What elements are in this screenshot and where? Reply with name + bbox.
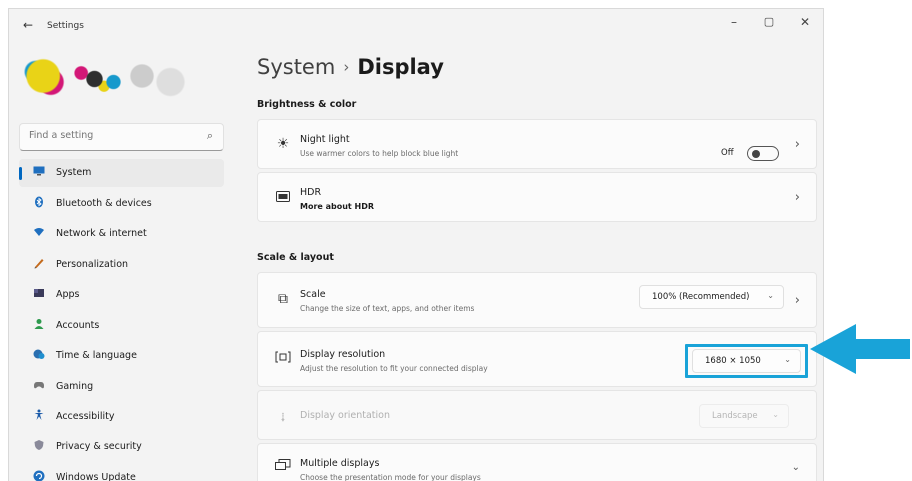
sidebar-item-personalization[interactable]: Personalization	[19, 251, 224, 279]
multiple-displays-icon	[274, 459, 292, 476]
sidebar-item-label: System	[56, 167, 92, 178]
update-icon	[33, 470, 45, 481]
sidebar-item-label: Network & internet	[56, 228, 147, 239]
sidebar-item-label: Time & language	[56, 350, 137, 361]
pen-icon	[33, 257, 45, 269]
sidebar-item-privacy[interactable]: Privacy & security	[19, 433, 224, 461]
scale-dropdown[interactable]: 100% (Recommended) ⌄	[639, 285, 784, 309]
sidebar-item-label: Windows Update	[56, 472, 136, 481]
night-light-description: Use warmer colors to help block blue lig…	[300, 149, 459, 158]
title-bar: ← Settings – ▢ ✕	[9, 9, 823, 43]
scale-value: 100% (Recommended)	[652, 292, 750, 302]
sidebar-item-label: Bluetooth & devices	[56, 198, 152, 209]
breadcrumb: System › Display	[257, 55, 444, 79]
monitor-icon	[33, 165, 45, 177]
user-avatar-banner[interactable]	[9, 49, 199, 109]
sidebar-item-network[interactable]: Network & internet	[19, 220, 224, 248]
sidebar-item-label: Gaming	[56, 381, 94, 392]
wifi-icon	[33, 226, 45, 238]
window-title: Settings	[47, 21, 84, 31]
sidebar-item-label: Apps	[56, 289, 80, 300]
display-resolution-description: Adjust the resolution to fit your connec…	[300, 364, 488, 373]
section-title-scale-layout: Scale & layout	[257, 252, 334, 263]
chevron-right-icon[interactable]: ›	[795, 190, 800, 205]
toggle-knob	[752, 150, 760, 158]
search-box[interactable]: ⌕	[19, 123, 224, 151]
sidebar-item-gaming[interactable]: Gaming	[19, 373, 224, 401]
shield-icon	[33, 439, 45, 451]
sidebar-item-apps[interactable]: Apps	[19, 281, 224, 309]
hdr-card[interactable]: HDR More about HDR ›	[257, 172, 817, 222]
highlight-box	[685, 344, 808, 378]
person-icon	[33, 318, 45, 330]
sidebar-item-windows-update[interactable]: Windows Update	[19, 464, 224, 481]
globe-clock-icon	[33, 348, 45, 360]
sidebar-item-label: Accounts	[56, 320, 100, 331]
chevron-right-icon[interactable]: ›	[795, 137, 800, 152]
gamepad-icon	[33, 379, 45, 391]
sidebar-item-time-language[interactable]: Time & language	[19, 342, 224, 370]
multiple-displays-description: Choose the presentation mode for your di…	[300, 473, 481, 481]
hdr-link[interactable]: More about HDR	[300, 202, 374, 211]
minimize-button[interactable]: –	[724, 15, 744, 29]
breadcrumb-parent[interactable]: System	[257, 55, 335, 79]
annotation-arrow-icon	[810, 324, 910, 374]
sidebar-item-label: Accessibility	[56, 411, 115, 422]
display-orientation-title: Display orientation	[300, 410, 391, 421]
display-resolution-title: Display resolution	[300, 349, 386, 360]
multiple-displays-card[interactable]: Multiple displays Choose the presentatio…	[257, 443, 817, 481]
sidebar-item-accessibility[interactable]: Accessibility	[19, 403, 224, 431]
apps-icon	[33, 287, 45, 299]
chevron-down-icon: ⌄	[767, 291, 774, 300]
night-light-state: Off	[721, 148, 734, 158]
scale-icon: ⧉	[278, 291, 288, 307]
orientation-icon: ⭭	[280, 410, 286, 426]
sidebar-item-system[interactable]: System	[19, 159, 224, 187]
sidebar-item-accounts[interactable]: Accounts	[19, 312, 224, 340]
search-input[interactable]	[29, 130, 189, 141]
sidebar-item-label: Privacy & security	[56, 441, 142, 452]
breadcrumb-separator-icon: ›	[343, 58, 350, 76]
multiple-displays-title: Multiple displays	[300, 458, 380, 469]
hdr-title: HDR	[300, 187, 322, 198]
display-orientation-value: Landscape	[712, 411, 758, 421]
close-button[interactable]: ✕	[795, 15, 815, 29]
hdr-icon	[274, 190, 292, 206]
selection-indicator	[19, 167, 22, 180]
search-icon[interactable]: ⌕	[207, 129, 213, 143]
night-light-toggle[interactable]	[747, 146, 779, 161]
accessibility-icon	[33, 409, 45, 421]
scale-title: Scale	[300, 289, 326, 300]
page-title: Display	[357, 55, 444, 79]
night-light-card[interactable]: ☀ Night light Use warmer colors to help …	[257, 119, 817, 169]
scale-description: Change the size of text, apps, and other…	[300, 304, 475, 313]
night-light-title: Night light	[300, 134, 350, 145]
settings-window: ← Settings – ▢ ✕ ⌕ System Bluetooth & de…	[8, 8, 824, 481]
sidebar-item-label: Personalization	[56, 259, 129, 270]
maximize-button[interactable]: ▢	[759, 15, 779, 28]
sidebar-item-bluetooth[interactable]: Bluetooth & devices	[19, 190, 224, 218]
back-button[interactable]: ←	[23, 18, 33, 32]
display-orientation-dropdown: Landscape ⌄	[699, 404, 789, 428]
resolution-icon	[274, 351, 292, 367]
chevron-down-icon[interactable]: ⌄	[792, 462, 800, 473]
bluetooth-icon	[33, 196, 45, 208]
chevron-down-icon: ⌄	[772, 410, 779, 419]
chevron-right-icon[interactable]: ›	[795, 293, 800, 308]
sun-icon: ☀	[276, 136, 290, 152]
section-title-brightness: Brightness & color	[257, 99, 357, 110]
